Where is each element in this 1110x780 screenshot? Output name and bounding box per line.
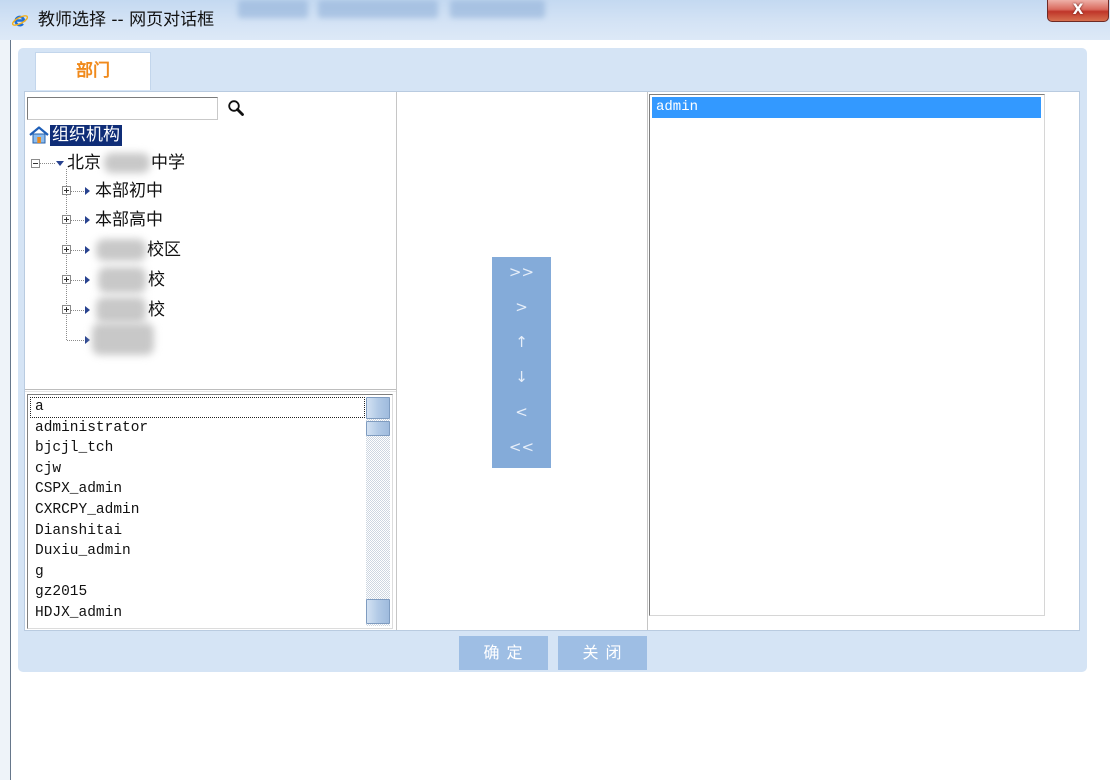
tree-node-campus[interactable]: 校区: [147, 239, 181, 261]
remove-selected-button[interactable]: <: [492, 397, 551, 432]
expand-toggle-icon[interactable]: [62, 186, 71, 195]
selected-user-item[interactable]: admin: [652, 97, 1041, 118]
collapsed-arrow-icon: [85, 336, 90, 344]
expand-toggle-icon[interactable]: [62, 275, 71, 284]
tree-connector: [71, 280, 84, 281]
tree-node-campus[interactable]: 本部高中: [95, 209, 163, 231]
user-list-item[interactable]: administrator: [30, 418, 365, 439]
home-icon: [29, 126, 49, 144]
user-list-item[interactable]: CSPX_admin: [30, 479, 365, 500]
tree-connector: [71, 250, 84, 251]
window-frame-border: [10, 40, 11, 780]
expanded-arrow-icon: [56, 161, 64, 166]
tree-node-campus[interactable]: 校: [148, 299, 165, 321]
titlebar-glass-reflection: [318, 0, 438, 18]
window-title: 教师选择 -- 网页对话框: [38, 10, 215, 30]
magnifier-icon[interactable]: [227, 99, 245, 117]
right-panel-divider: [647, 92, 648, 630]
redacted-text: [104, 153, 150, 173]
tree-root-organization[interactable]: 组织机构: [50, 125, 122, 146]
tree-node-campus[interactable]: 校: [148, 269, 165, 291]
collapsed-arrow-icon: [85, 246, 90, 254]
add-all-button[interactable]: >>: [492, 257, 551, 292]
collapsed-arrow-icon: [85, 187, 90, 195]
redacted-text: [96, 239, 146, 261]
tree-list-separator: [25, 389, 396, 392]
window-frame-left: [0, 40, 10, 780]
user-list-item[interactable]: a: [30, 397, 365, 418]
scroll-thumb[interactable]: [366, 421, 390, 436]
tree-node-school-label[interactable]: 北京: [67, 152, 101, 174]
user-list-item[interactable]: Dianshitai: [30, 521, 365, 542]
tree-connector: [71, 310, 84, 311]
close-x-icon: X: [1072, 2, 1084, 18]
collapsed-arrow-icon: [85, 306, 90, 314]
scroll-down-button[interactable]: [366, 599, 390, 624]
close-button[interactable]: 关 闭: [558, 636, 647, 670]
user-list-scrollbar[interactable]: [366, 397, 390, 626]
titlebar-glass-reflection: [238, 0, 308, 18]
tree-node-school-label[interactable]: 中学: [151, 152, 185, 174]
user-list-item[interactable]: g: [30, 562, 365, 583]
collapsed-arrow-icon: [85, 216, 90, 224]
titlebar-glass-reflection: [450, 0, 545, 18]
scroll-up-button[interactable]: [366, 397, 390, 419]
tab-department[interactable]: 部门: [35, 52, 151, 90]
tree-node-campus[interactable]: 本部初中: [95, 180, 163, 202]
expand-toggle-icon[interactable]: [62, 245, 71, 254]
redacted-text: [92, 323, 154, 355]
tree-connector: [71, 220, 84, 221]
tree-connector: [71, 191, 84, 192]
user-list-item[interactable]: HDJX_admin: [30, 603, 365, 624]
title-bar: 教师选择 -- 网页对话框 X: [0, 0, 1110, 40]
redacted-text: [98, 267, 146, 293]
expand-toggle-icon[interactable]: [62, 215, 71, 224]
close-window-button[interactable]: X: [1047, 0, 1109, 22]
available-users-listbox[interactable]: a administrator bjcjl_tch cjw CSPX_admin…: [27, 394, 393, 629]
selected-users-listbox[interactable]: admin: [649, 94, 1045, 616]
collapse-toggle-icon[interactable]: [31, 159, 40, 168]
move-up-button[interactable]: ↑: [492, 327, 551, 362]
available-user-rows: a administrator bjcjl_tch cjw CSPX_admin…: [28, 397, 365, 624]
user-list-item[interactable]: cjw: [30, 459, 365, 480]
tree-connector: [40, 163, 55, 164]
add-selected-button[interactable]: >: [492, 292, 551, 327]
user-list-item[interactable]: CXRCPY_admin: [30, 500, 365, 521]
internet-explorer-icon: [11, 11, 29, 29]
user-list-item[interactable]: Duxiu_admin: [30, 541, 365, 562]
tree-connector: [67, 340, 84, 341]
left-panel-divider: [396, 92, 397, 630]
user-list-item[interactable]: bjcjl_tch: [30, 438, 365, 459]
expand-toggle-icon[interactable]: [62, 305, 71, 314]
redacted-text: [96, 297, 146, 323]
transfer-button-column: >> > ↑ ↓ < <<: [492, 257, 551, 468]
confirm-button[interactable]: 确 定: [459, 636, 548, 670]
collapsed-arrow-icon: [85, 276, 90, 284]
user-list-item[interactable]: gz2015: [30, 582, 365, 603]
remove-all-button[interactable]: <<: [492, 432, 551, 467]
move-down-button[interactable]: ↓: [492, 362, 551, 397]
search-input[interactable]: [27, 97, 218, 120]
